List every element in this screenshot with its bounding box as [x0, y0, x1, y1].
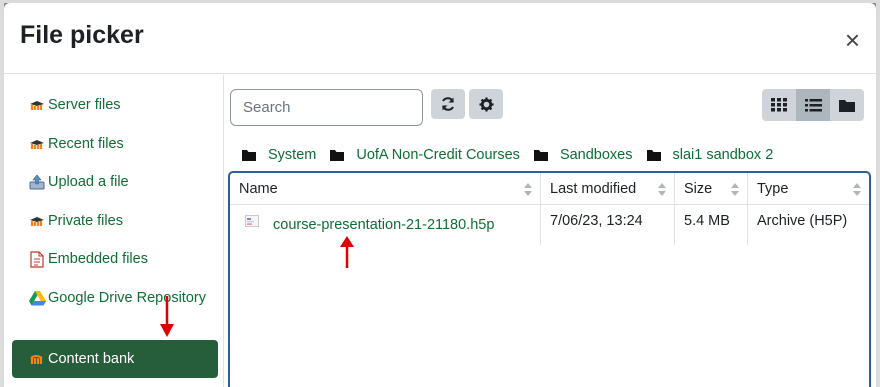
sort-icon — [731, 183, 739, 196]
moodle-icon — [28, 350, 46, 368]
close-icon[interactable]: × — [845, 27, 860, 53]
breadcrumb-label: slai1 sandbox 2 — [672, 147, 774, 163]
file-browser: System UofA Non-Credit Courses Sandboxes… — [226, 75, 876, 387]
folder-icon — [330, 149, 345, 161]
refresh-icon — [442, 97, 454, 111]
sidebar-item-content-bank[interactable]: Content bank — [12, 340, 218, 378]
folder-icon — [533, 149, 548, 161]
sort-icon — [853, 183, 861, 196]
folder-icon — [242, 149, 256, 161]
breadcrumb-item[interactable]: UofA Non-Credit Courses — [330, 147, 520, 163]
sidebar-item-google-drive[interactable]: Google Drive Repository — [12, 287, 218, 309]
repository-sidebar: Server files Recent files Upload a file … — [4, 75, 224, 387]
breadcrumb-label: UofA Non-Credit Courses — [356, 147, 520, 163]
moodle-icon — [28, 135, 46, 153]
sidebar-item-label: Embedded files — [48, 251, 148, 267]
google-drive-icon — [28, 289, 46, 307]
annotation-arrow-down-icon — [160, 296, 174, 337]
moodle-icon — [28, 96, 46, 114]
file-table: Name Last modified Size Type course-pres… — [228, 171, 871, 387]
folder-icon — [646, 149, 661, 161]
folder-view-button[interactable] — [830, 89, 864, 121]
dialog-title: File picker — [20, 21, 144, 49]
file-type: Archive (H5P) — [757, 213, 848, 229]
sidebar-item-label: Upload a file — [48, 174, 129, 190]
sidebar-item-label: Content bank — [48, 351, 135, 367]
sidebar-item-label: Server files — [48, 97, 121, 113]
file-picker-dialog: File picker × Server files Recent files … — [4, 3, 876, 387]
folder-view-icon — [839, 99, 855, 112]
sidebar-item-label: Google Drive Repository — [48, 290, 206, 306]
search-input[interactable] — [230, 89, 423, 126]
column-header-type[interactable]: Type — [748, 173, 869, 205]
column-header-name[interactable]: Name — [230, 173, 540, 205]
breadcrumb-item[interactable]: System — [242, 147, 316, 163]
breadcrumb-item[interactable]: slai1 sandbox 2 — [646, 147, 774, 163]
column-header-size[interactable]: Size — [675, 173, 747, 205]
breadcrumb: System UofA Non-Credit Courses Sandboxes… — [242, 147, 787, 163]
moodle-icon — [28, 212, 46, 230]
page-backdrop-right — [876, 0, 880, 387]
h5p-file-icon — [245, 215, 259, 227]
sidebar-item-private-files[interactable]: Private files — [12, 210, 218, 232]
annotation-arrow-up-icon — [340, 236, 354, 268]
file-name-link[interactable]: course-presentation-21-21180.h5p — [273, 217, 494, 233]
list-view-icon — [804, 98, 822, 111]
grid-view-button[interactable] — [762, 89, 796, 121]
dialog-header: File picker × — [4, 3, 876, 74]
sort-icon — [658, 183, 666, 196]
file-modified: 7/06/23, 13:24 — [550, 213, 643, 229]
column-divider — [540, 173, 541, 245]
column-divider — [674, 173, 675, 245]
sidebar-item-embedded-files[interactable]: Embedded files — [12, 248, 218, 270]
breadcrumb-label: System — [268, 147, 317, 163]
embedded-file-icon — [28, 250, 46, 268]
grid-view-icon — [771, 98, 787, 112]
sidebar-item-recent-files[interactable]: Recent files — [12, 133, 218, 155]
column-header-last-modified[interactable]: Last modified — [541, 173, 674, 205]
sidebar-item-upload-file[interactable]: Upload a file — [12, 171, 218, 193]
breadcrumb-item[interactable]: Sandboxes — [533, 147, 633, 163]
sidebar-item-server-files[interactable]: Server files — [12, 94, 218, 116]
settings-button[interactable] — [469, 89, 503, 119]
gear-icon — [478, 96, 494, 112]
view-switcher — [762, 89, 864, 121]
sidebar-item-label: Private files — [48, 213, 123, 229]
sort-icon — [524, 183, 532, 196]
breadcrumb-label: Sandboxes — [559, 147, 633, 163]
column-divider — [747, 173, 748, 245]
list-view-button[interactable] — [796, 89, 830, 121]
upload-icon — [28, 173, 46, 191]
refresh-button[interactable] — [431, 89, 465, 119]
file-size: 5.4 MB — [684, 213, 730, 229]
sidebar-item-label: Recent files — [48, 136, 124, 152]
